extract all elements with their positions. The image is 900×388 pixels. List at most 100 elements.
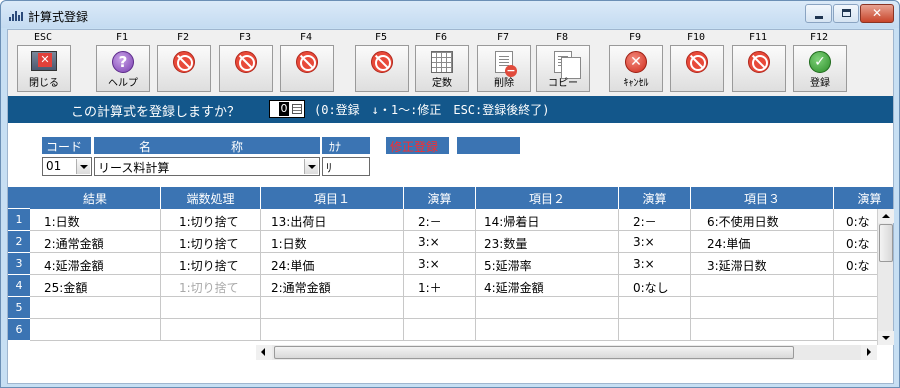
table-cell[interactable]: 1:＋ [404,275,476,297]
table-cell[interactable] [691,275,834,297]
fkey-f1[interactable]: F1 ? ヘルプ [93,32,151,94]
table-cell[interactable]: 2:－ [404,209,476,231]
fkey-f12[interactable]: F12 ✓ 登録 [790,32,848,94]
minimize-button[interactable] [805,4,832,23]
fkey-f9[interactable]: F9 ✕ ｷｬﾝｾﾙ [606,32,664,94]
table-cell[interactable]: 1:切り捨て [161,275,261,297]
row-number[interactable]: 2 [8,231,30,253]
table-cell[interactable]: 1:日数 [30,209,161,231]
scroll-right-icon[interactable] [861,345,877,360]
table-cell[interactable] [261,319,404,341]
table-cell[interactable]: 2:－ [619,209,691,231]
table-cell[interactable] [691,297,834,319]
copy-button[interactable]: コピー [536,45,590,92]
chevron-down-icon[interactable] [304,159,318,174]
col-header[interactable]: 結果 [30,187,161,209]
table-cell[interactable]: 0:なし [619,275,691,297]
col-header[interactable]: 項目２ [476,187,619,209]
col-header[interactable]: 演算 [404,187,476,209]
row-number[interactable]: 3 [8,253,30,275]
table-cell[interactable]: 3:× [404,253,476,275]
row-number[interactable]: 5 [8,297,30,319]
f11-button[interactable] [732,45,786,92]
table-cell[interactable] [404,319,476,341]
fkey-f6[interactable]: F6 定数 [412,32,470,94]
row-number[interactable]: 4 [8,275,30,297]
scroll-down-icon[interactable] [878,331,894,345]
fkey-f7[interactable]: F7 削除 [474,32,532,94]
table-cell[interactable] [404,297,476,319]
table-cell[interactable]: 23:数量 [476,231,619,253]
name-dropdown[interactable]: リース料計算 [94,157,320,176]
title-bar[interactable]: 計算式登録 ✕ [1,1,899,28]
table-cell[interactable] [161,319,261,341]
f4-button[interactable] [280,45,334,92]
table-cell[interactable]: 6:不使用日数 [691,209,834,231]
table-cell[interactable]: 25:金額 [30,275,161,297]
row-number[interactable]: 6 [8,319,30,341]
table-cell[interactable] [161,297,261,319]
prompt-input[interactable]: 0 [269,100,305,118]
col-header[interactable]: 項目３ [691,187,834,209]
table-cell[interactable]: 1:切り捨て [161,253,261,275]
table-cell[interactable]: 1:切り捨て [161,209,261,231]
table-cell[interactable]: 5:延滞率 [476,253,619,275]
table-cell[interactable] [476,297,619,319]
table-cell[interactable]: 4:延滞金額 [30,253,161,275]
table-cell[interactable]: 3:× [404,231,476,253]
code-dropdown[interactable]: 01 [42,157,92,176]
table-cell[interactable] [619,319,691,341]
scroll-left-icon[interactable] [256,345,272,360]
f5-button[interactable] [355,45,409,92]
help-button[interactable]: ? ヘルプ [96,45,150,92]
fkey-f10[interactable]: F10 [667,32,725,94]
f10-button[interactable] [670,45,724,92]
col-header[interactable]: 演算 [834,187,893,209]
table-cell[interactable] [476,319,619,341]
fkey-f8[interactable]: F8 コピー [533,32,591,94]
table-cell[interactable]: 24:単価 [261,253,404,275]
table-cell[interactable]: 3:延滞日数 [691,253,834,275]
close-window-button[interactable]: ✕ [860,4,894,23]
table-cell[interactable]: 2:通常金額 [261,275,404,297]
horizontal-scrollbar[interactable] [256,345,877,360]
chevron-down-icon[interactable] [76,159,90,174]
fkey-f4[interactable]: F4 [277,32,335,94]
table-cell[interactable] [30,319,161,341]
fkey-f2[interactable]: F2 [154,32,212,94]
table-cell[interactable]: 14:帰着日 [476,209,619,231]
table-cell[interactable]: 2:通常金額 [30,231,161,253]
register-button[interactable]: ✓ 登録 [793,45,847,92]
table-cell[interactable]: 1:切り捨て [161,231,261,253]
col-header[interactable]: 演算 [619,187,691,209]
f2-button[interactable] [157,45,211,92]
table-cell[interactable]: 13:出荷日 [261,209,404,231]
table-cell[interactable] [30,297,161,319]
scroll-thumb[interactable] [274,346,794,359]
fkey-f5[interactable]: F5 [352,32,410,94]
maximize-button[interactable] [833,4,859,23]
constants-button[interactable]: 定数 [415,45,469,92]
table-cell[interactable]: 24:単価 [691,231,834,253]
fkey-f3[interactable]: F3 [216,32,274,94]
col-header[interactable]: 端数処理 [161,187,261,209]
table-cell[interactable]: 3:× [619,231,691,253]
row-number[interactable]: 1 [8,209,30,231]
cancel-button[interactable]: ✕ ｷｬﾝｾﾙ [609,45,663,92]
delete-button[interactable]: 削除 [477,45,531,92]
table-cell[interactable] [261,297,404,319]
close-button[interactable]: 閉じる [17,45,71,92]
table-cell[interactable]: 3:× [619,253,691,275]
kana-field[interactable]: ﾘ [322,157,370,176]
calculator-icon[interactable] [292,104,302,114]
table-cell[interactable] [619,297,691,319]
table-cell[interactable] [691,319,834,341]
fkey-esc[interactable]: ESC 閉じる [14,32,72,94]
col-header[interactable]: 項目１ [261,187,404,209]
table-cell[interactable]: 1:日数 [261,231,404,253]
table-cell[interactable]: 4:延滞金額 [476,275,619,297]
fkey-f11[interactable]: F11 [729,32,787,94]
vertical-scrollbar[interactable] [877,209,894,345]
f3-button[interactable] [219,45,273,92]
scroll-thumb[interactable] [879,224,893,262]
